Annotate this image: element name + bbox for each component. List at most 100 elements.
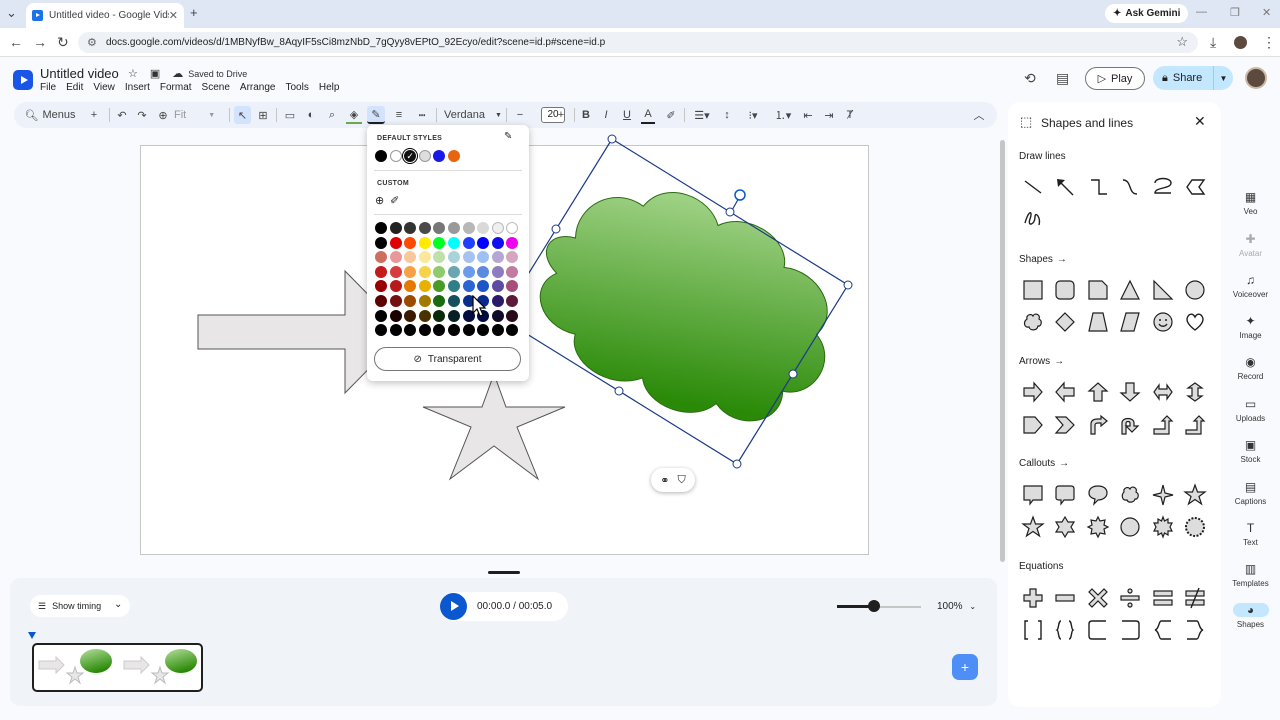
color-swatch[interactable]	[506, 280, 519, 293]
color-swatch[interactable]	[418, 295, 431, 307]
back-icon[interactable]: ←	[9, 34, 23, 50]
border-weight-icon[interactable]: ≡	[391, 106, 407, 124]
color-swatch[interactable]	[448, 324, 460, 337]
color-swatch[interactable]	[448, 265, 460, 278]
site-info-icon[interactable]: ⚙	[87, 36, 97, 49]
color-swatch[interactable]	[418, 324, 431, 337]
move-folder-icon[interactable]: ▣	[150, 67, 160, 80]
play-pause-button[interactable]	[440, 593, 467, 620]
italic-icon[interactable]: I	[599, 106, 613, 124]
pentagon-arrow-icon[interactable]	[1020, 412, 1046, 438]
chevron-arrow-icon[interactable]	[1052, 412, 1078, 438]
color-swatch[interactable]	[389, 265, 402, 278]
color-swatch[interactable]	[404, 295, 417, 307]
right-arrow-icon[interactable]	[1020, 379, 1046, 405]
color-swatch[interactable]	[462, 324, 475, 337]
increase-font-icon[interactable]: +	[555, 106, 567, 124]
color-swatch[interactable]	[418, 280, 431, 293]
rounded-callout-icon[interactable]	[1052, 482, 1078, 508]
rail-voiceover[interactable]: ♫ Voiceover	[1228, 273, 1273, 299]
twelve-point-star-icon[interactable]	[1150, 514, 1176, 540]
line-icon[interactable]	[1020, 174, 1046, 200]
canvas-scrollbar[interactable]	[1000, 140, 1005, 562]
rail-image[interactable]: ✦ Image	[1228, 314, 1273, 340]
braces-icon[interactable]	[1052, 617, 1078, 643]
color-swatch[interactable]	[389, 324, 402, 337]
ask-gemini-button[interactable]: ✦ Ask Gemini	[1105, 4, 1189, 23]
curved-connector-icon[interactable]	[1117, 174, 1143, 200]
underline-icon[interactable]: U	[620, 106, 634, 124]
left-bracket-icon[interactable]	[1085, 617, 1111, 643]
scene-clip-thumbnail[interactable]	[32, 643, 203, 692]
text-color-icon[interactable]: A	[641, 106, 655, 124]
snip-rectangle-icon[interactable]	[1085, 277, 1111, 303]
arrows-heading[interactable]: Arrows →	[1019, 356, 1064, 367]
brackets-icon[interactable]	[1020, 617, 1046, 643]
callouts-heading[interactable]: Callouts →	[1019, 458, 1069, 469]
up-down-arrow-icon[interactable]	[1182, 379, 1208, 405]
color-swatch[interactable]	[389, 295, 402, 307]
arrow-line-icon[interactable]	[1052, 174, 1078, 200]
color-swatch[interactable]	[375, 324, 387, 337]
decrease-indent-icon[interactable]: ⇤	[801, 106, 815, 124]
five-point-star-icon[interactable]	[1182, 482, 1208, 508]
color-swatch[interactable]	[448, 295, 460, 307]
eight-point-star-icon[interactable]	[1085, 514, 1111, 540]
u-turn-arrow-icon[interactable]	[1117, 412, 1143, 438]
oval-icon[interactable]	[1182, 277, 1208, 303]
right-brace-icon[interactable]	[1182, 617, 1208, 643]
line-spacing-icon[interactable]: ↕	[720, 106, 734, 124]
color-swatch[interactable]	[404, 265, 417, 278]
rail-shapes[interactable]: ◕ Shapes	[1228, 603, 1273, 629]
rail-text[interactable]: T Text	[1228, 521, 1273, 547]
timeline-zoom-knob[interactable]	[867, 600, 880, 612]
color-swatch[interactable]	[404, 324, 417, 337]
color-swatch[interactable]	[404, 309, 417, 322]
forward-icon[interactable]: →	[33, 34, 47, 50]
save-status[interactable]: ☁ Saved to Drive	[172, 67, 247, 80]
rail-stock[interactable]: ▣ Stock	[1228, 438, 1273, 464]
rail-avatar[interactable]: ✚ Avatar	[1228, 232, 1273, 258]
add-scene-button[interactable]: +	[952, 654, 978, 680]
account-avatar[interactable]	[1245, 67, 1267, 89]
rail-record[interactable]: ◉ Record	[1228, 355, 1273, 381]
right-bracket-icon[interactable]	[1117, 617, 1143, 643]
version-history-icon[interactable]: ⟲	[1024, 70, 1036, 87]
elbow-connector-icon[interactable]	[1085, 174, 1111, 200]
paint-format-icon[interactable]: ⛉	[677, 474, 685, 487]
color-swatch[interactable]	[477, 236, 490, 249]
triangle-icon[interactable]	[1117, 277, 1143, 303]
maximize-icon[interactable]: ❐	[1230, 6, 1240, 19]
heart-icon[interactable]	[1182, 309, 1208, 335]
zoom-icon[interactable]: ⊕	[155, 106, 171, 124]
color-swatch[interactable]	[375, 236, 387, 249]
default-color-swatch[interactable]	[418, 150, 431, 162]
bold-icon[interactable]: B	[579, 106, 593, 124]
default-color-swatch[interactable]	[433, 150, 446, 162]
minus-icon[interactable]	[1052, 585, 1078, 611]
color-swatch[interactable]	[389, 280, 402, 293]
left-arrow-icon[interactable]	[1052, 379, 1078, 405]
numbered-list-icon[interactable]: ⒈▾	[771, 106, 795, 124]
color-swatch[interactable]	[448, 280, 460, 293]
rounded-rectangle-icon[interactable]	[1052, 277, 1078, 303]
color-swatch[interactable]	[433, 251, 446, 264]
rail-captions[interactable]: ▤ Captions	[1228, 480, 1273, 506]
menu-tools[interactable]: Tools	[285, 82, 308, 93]
color-swatch[interactable]	[433, 265, 446, 278]
left-up-arrow-icon[interactable]	[1150, 412, 1176, 438]
color-swatch[interactable]	[433, 280, 446, 293]
color-swatch[interactable]	[506, 251, 519, 264]
close-window-icon[interactable]: ✕	[1262, 6, 1271, 19]
color-swatch[interactable]	[375, 309, 387, 322]
play-button[interactable]: ▷ Play	[1085, 67, 1145, 90]
rail-templates[interactable]: ▥ Templates	[1228, 562, 1273, 588]
color-swatch[interactable]	[389, 309, 402, 322]
diamond-icon[interactable]	[1052, 309, 1078, 335]
not-equal-icon[interactable]	[1182, 585, 1208, 611]
eyedropper-icon[interactable]: ✐	[390, 194, 399, 207]
clear-formatting-icon[interactable]: Ⱦ	[843, 106, 857, 124]
timeline-zoom-select[interactable]: 100% ⌄	[937, 601, 976, 612]
menu-edit[interactable]: Edit	[66, 82, 83, 93]
default-color-swatch[interactable]: ✓	[402, 148, 419, 164]
